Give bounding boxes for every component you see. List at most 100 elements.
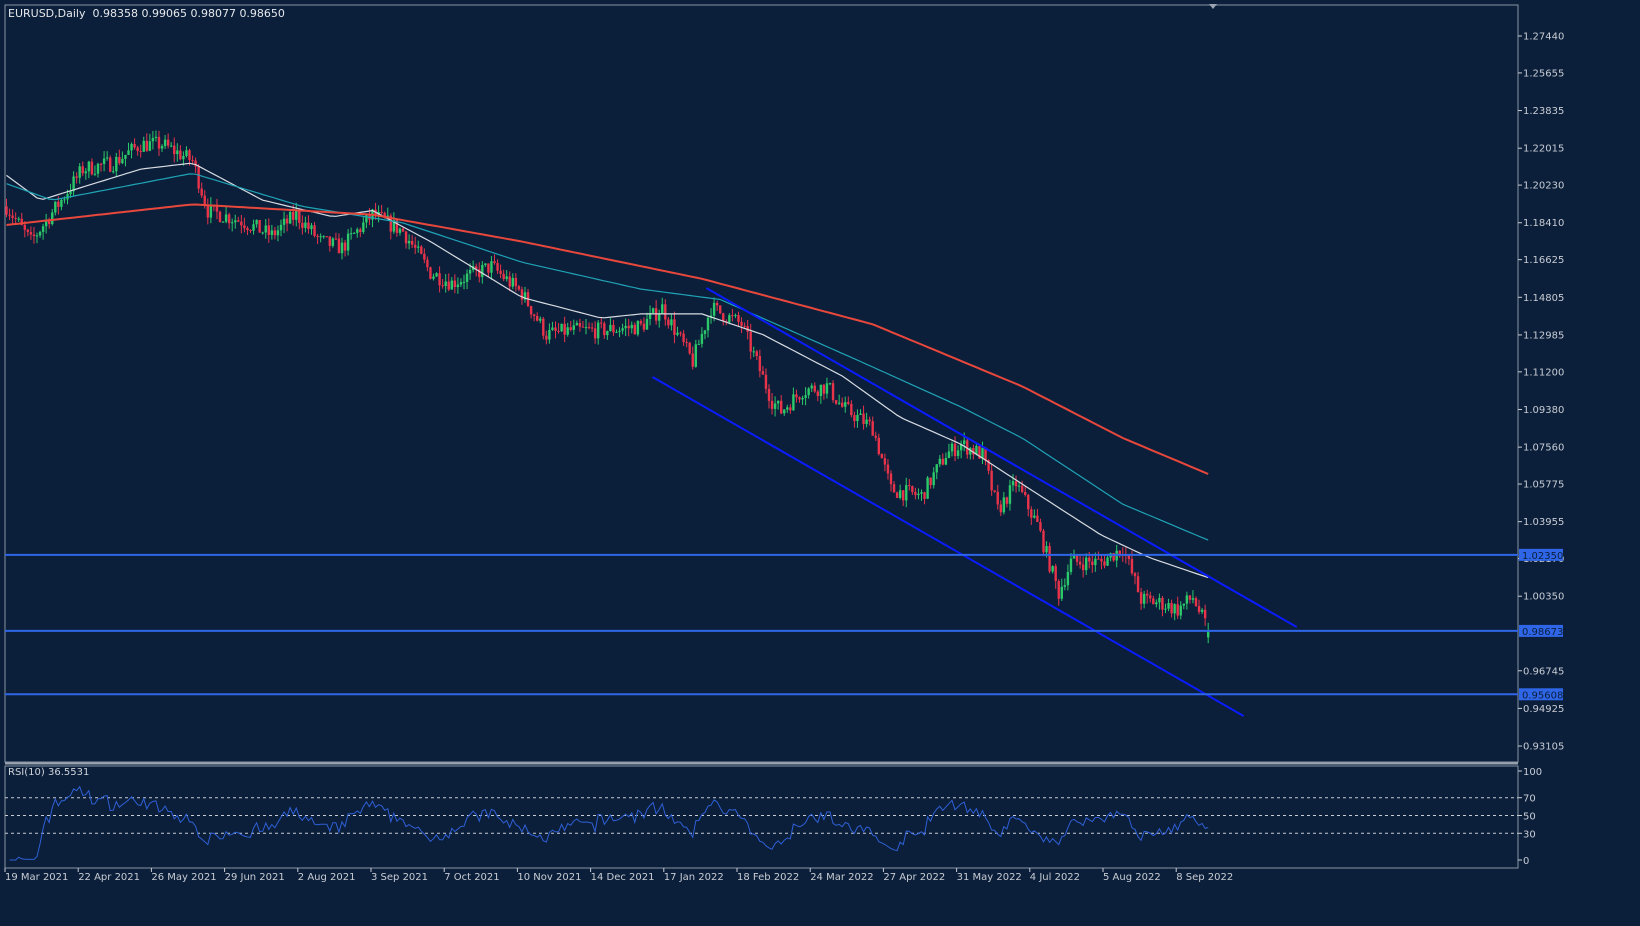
candle-body [468, 269, 472, 274]
candle-body [938, 458, 941, 465]
y-tick-label: 1.09380 [1523, 405, 1564, 416]
candle-body [1185, 595, 1189, 604]
candle-body [1069, 558, 1073, 572]
x-tick-label: 19 Mar 2021 [5, 872, 68, 883]
candle-body [1027, 494, 1030, 510]
rsi-value: 36.5531 [47, 767, 90, 778]
candle-body [664, 304, 667, 320]
x-tick-label: 27 Apr 2022 [883, 872, 945, 883]
candle-body [200, 188, 203, 196]
candle-body [1130, 559, 1134, 574]
x-tick-label: 8 Sep 2022 [1176, 872, 1233, 883]
candle-body [600, 322, 603, 324]
candle-body [41, 226, 45, 232]
candle-body [273, 230, 277, 236]
candle-body [1045, 546, 1048, 553]
candle-body [353, 232, 356, 234]
candle-body [801, 397, 804, 400]
x-tick-label: 14 Dec 2021 [591, 872, 655, 883]
candle-body [444, 281, 447, 287]
candle-body [362, 222, 365, 233]
candle-body [249, 230, 252, 232]
candle-body [603, 323, 606, 336]
candle-body [316, 235, 319, 237]
candle-body [770, 400, 774, 409]
candle-body [221, 221, 225, 223]
candle-body [1091, 561, 1094, 566]
candle-body [542, 318, 545, 336]
candle-body [950, 443, 954, 452]
candle-body [844, 402, 847, 407]
candle-body [929, 477, 932, 486]
candle-body [1207, 631, 1210, 638]
candle-body [32, 234, 36, 237]
x-tick-label: 18 Feb 2022 [737, 872, 799, 883]
candle-body [706, 317, 710, 331]
candle-body [825, 383, 829, 394]
candle-body [133, 143, 136, 148]
candle-body [298, 210, 301, 223]
candle-body [496, 263, 499, 271]
candle-body [1127, 555, 1131, 560]
candle-body [81, 166, 84, 174]
candle-body [1063, 585, 1067, 587]
candle-body [267, 225, 270, 235]
chart-window[interactable]: 1.27440 1.25655 1.23835 1.22015 1.20230 1.184… [0, 0, 1640, 926]
candle-body [325, 236, 328, 238]
candle-body [755, 351, 758, 357]
candle-body [615, 331, 618, 333]
candle-body [819, 384, 823, 397]
candle-body [636, 321, 640, 335]
price-chart[interactable]: 1.27440 1.25655 1.23835 1.22015 1.20230 1.184… [0, 0, 1640, 926]
candle-body [157, 136, 161, 149]
x-tick-label: 2 Aug 2021 [298, 872, 356, 883]
candle-body [423, 253, 426, 260]
candle-body [536, 315, 539, 321]
candle-body [627, 325, 630, 329]
candle-body [682, 333, 685, 343]
candle-body [5, 206, 8, 215]
rsi-y-label: 70 [1523, 794, 1536, 805]
candle-body [889, 473, 893, 485]
candle-body [99, 163, 103, 165]
candle-body [1139, 592, 1143, 604]
candle-body [1020, 485, 1024, 492]
candle-body [1097, 558, 1100, 560]
candle-body [307, 222, 310, 230]
candle-body [459, 282, 463, 285]
candle-body [612, 324, 615, 333]
candle-body [1036, 515, 1039, 523]
candle-body [593, 328, 597, 339]
candle-body [828, 383, 832, 385]
candle-body [450, 280, 453, 290]
rsi-y-label: 0 [1523, 856, 1529, 867]
candle-body [767, 388, 771, 401]
candle-body [227, 214, 231, 224]
candle-body [337, 238, 341, 254]
candle-body [407, 240, 411, 244]
candle-body [331, 238, 335, 246]
candle-body [224, 214, 228, 222]
candle-body [1094, 558, 1097, 566]
candle-body [465, 273, 469, 282]
rsi-y-label: 30 [1523, 829, 1536, 840]
candle-body [319, 236, 322, 238]
candle-body [953, 443, 957, 457]
candle-body [511, 277, 514, 287]
candle-body [438, 273, 441, 286]
candle-body [398, 228, 402, 233]
candle-body [1158, 597, 1161, 603]
candle-body [935, 464, 938, 473]
candle-body [963, 440, 966, 444]
candle-body [1014, 481, 1018, 487]
candle-body [96, 163, 100, 174]
candle-body [1078, 561, 1082, 565]
candle-body [127, 150, 130, 155]
candle-body [551, 327, 554, 330]
x-tick-label: 3 Sep 2021 [371, 872, 428, 883]
candle-body [1161, 597, 1164, 610]
candle-body [102, 158, 106, 164]
candle-body [170, 145, 173, 147]
candle-body [532, 314, 536, 316]
candle-body [1051, 566, 1054, 572]
